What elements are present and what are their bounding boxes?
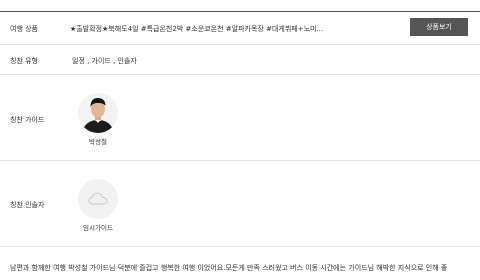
praise-type-value: 일정 , 가이드 , 인솔자 [72, 57, 137, 65]
guide-name: 박성철 [89, 138, 107, 146]
guide-avatar [78, 93, 118, 133]
praise-guide-label: 칭찬 가이드 [10, 116, 45, 124]
escort-name: 임시가이드 [83, 224, 113, 232]
praise-escort-label: 칭찬 인솔자 [10, 201, 45, 209]
guide-photo [78, 93, 118, 133]
escort-avatar [78, 179, 118, 219]
product-label: 여행 상품 [10, 25, 38, 33]
divider [0, 246, 480, 247]
top-border [0, 11, 480, 12]
divider [0, 160, 480, 161]
view-product-button[interactable]: 상품보기 [410, 18, 468, 36]
review-text: 남편과 함께한 여행 박성철 가이드님 덕분에 즐겁고 행복한 여행 이었어요.… [10, 264, 448, 272]
praise-type-label: 칭찬 유형 [10, 57, 38, 65]
product-title[interactable]: ★출발확정★북해도4일 #특급온천2박 #소운쿄온천 #알파카목장 #대게뷔페+… [70, 24, 405, 34]
cloud-icon [88, 192, 108, 205]
divider [0, 74, 480, 75]
divider [0, 44, 480, 45]
